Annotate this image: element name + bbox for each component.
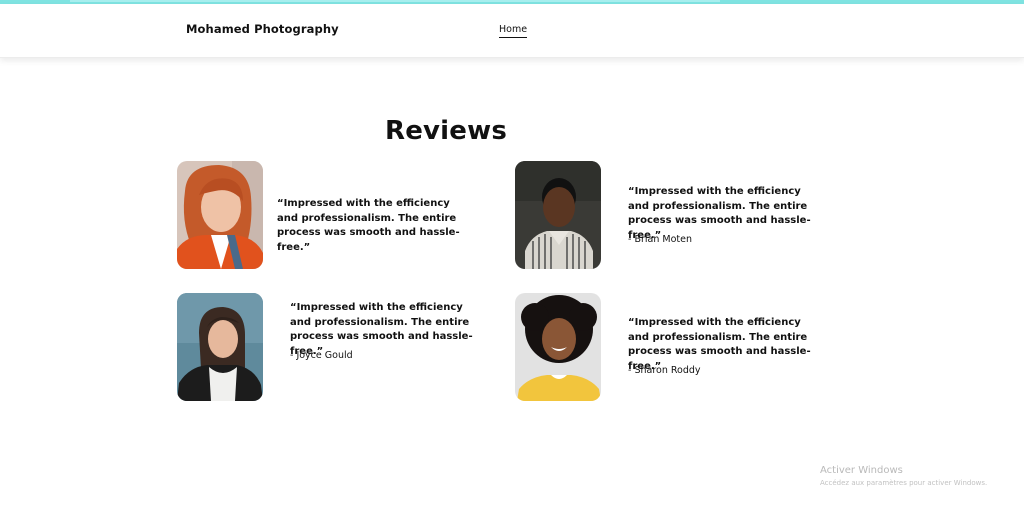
- site-header: Mohamed Photography Home: [0, 4, 1024, 58]
- reviewer-photo-2: [515, 161, 601, 269]
- reviewer-photo-4: [515, 293, 601, 401]
- activation-watermark-title: Activer Windows: [820, 465, 903, 476]
- review-author-4: - Sharon Roddy: [628, 365, 701, 376]
- activation-watermark-subtitle: Accédez aux paramètres pour activer Wind…: [820, 479, 988, 487]
- nav-link-home[interactable]: Home: [499, 24, 528, 38]
- review-author-2: - Brian Moten: [628, 234, 692, 245]
- reviews-heading: Reviews: [384, 116, 508, 146]
- brand-logo-text[interactable]: Mohamed Photography: [186, 22, 339, 36]
- reviewer-photo-3: [177, 293, 263, 401]
- top-accent-highlight: [70, 0, 720, 2]
- review-author-3: - Joyce Gould: [290, 350, 353, 361]
- review-quote-1: “Impressed with the efficiency and profe…: [277, 198, 460, 253]
- reviewer-photo-1: [177, 161, 263, 269]
